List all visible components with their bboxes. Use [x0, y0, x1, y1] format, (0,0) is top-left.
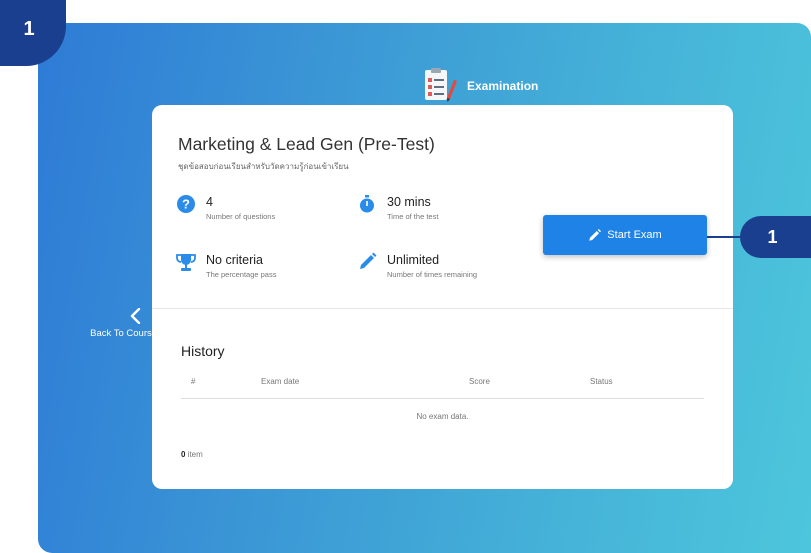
- pencil-icon: [357, 252, 377, 272]
- column-header-score: Score: [469, 377, 490, 386]
- table-header-divider: [181, 398, 704, 399]
- exam-document-icon: [423, 68, 457, 104]
- stat-attempts: Unlimited Number of times remaining: [357, 252, 477, 279]
- attempts-label: Number of times remaining: [387, 270, 478, 279]
- exam-title: Marketing & Lead Gen (Pre-Test): [178, 134, 435, 154]
- stat-time: 30 mins Time of the test: [357, 194, 438, 221]
- stat-criteria: No criteria The percentage pass: [176, 252, 276, 279]
- exam-subtitle: ชุดข้อสอบก่อนเรียนสำหรับวัดความรู้ก่อนเข…: [178, 162, 349, 171]
- history-title: History: [181, 343, 225, 359]
- pencil-icon: [589, 228, 602, 241]
- start-exam-label: Start Exam: [607, 229, 662, 241]
- item-count-suffix: item: [185, 450, 203, 459]
- column-header-exam-date: Exam date: [261, 377, 300, 386]
- stat-questions: ? 4 Number of questions: [176, 194, 275, 221]
- callout-badge: 1: [740, 216, 811, 258]
- questions-label: Number of questions: [206, 212, 276, 221]
- column-header-status: Status: [590, 377, 613, 386]
- empty-table-message: No exam data.: [416, 412, 469, 421]
- questions-value: 4: [206, 195, 213, 209]
- criteria-label: The percentage pass: [206, 270, 277, 279]
- chevron-left-icon: [130, 308, 141, 324]
- page-header: Examination: [423, 68, 538, 104]
- stopwatch-icon: [357, 194, 377, 214]
- svg-text:?: ?: [182, 197, 190, 212]
- column-header-number: #: [191, 377, 196, 386]
- time-label: Time of the test: [387, 212, 439, 221]
- exam-card: Marketing & Lead Gen (Pre-Test) ชุดข้อสอ…: [152, 105, 733, 489]
- time-value: 30 mins: [387, 195, 431, 209]
- trophy-icon: [176, 252, 196, 272]
- page-title: Examination: [467, 79, 539, 93]
- divider: [152, 308, 733, 309]
- criteria-value: No criteria: [206, 253, 263, 267]
- question-circle-icon: ?: [176, 194, 196, 214]
- attempts-value: Unlimited: [387, 253, 440, 267]
- start-exam-button[interactable]: Start Exam: [543, 215, 707, 255]
- item-count: 0 item: [181, 450, 203, 459]
